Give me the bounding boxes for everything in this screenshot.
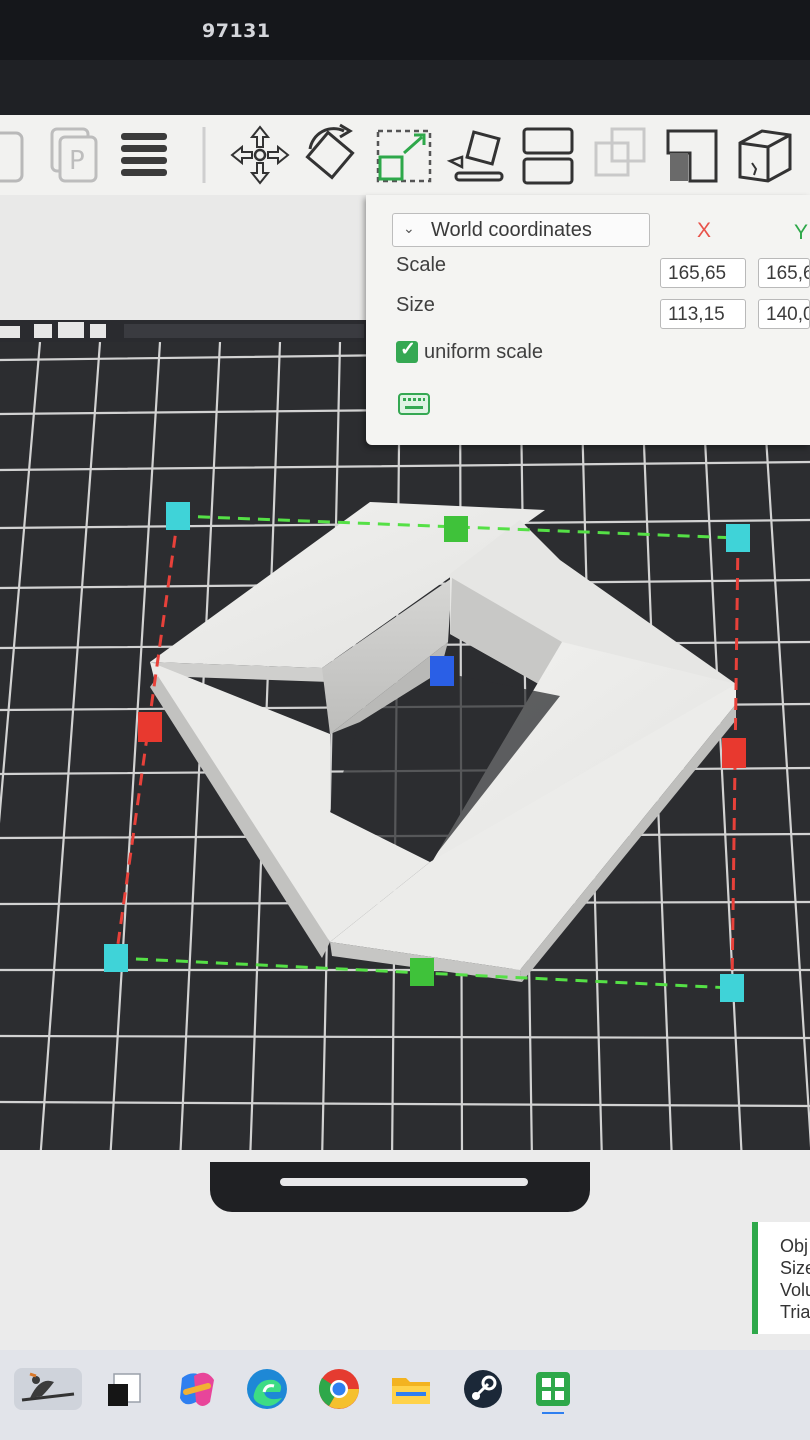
title-bar: 97131 xyxy=(0,0,810,60)
gizmo-corner-handle[interactable] xyxy=(726,524,750,552)
gizmo-corner-handle[interactable] xyxy=(166,502,190,530)
svg-text:P: P xyxy=(69,146,85,176)
scale-label: Scale xyxy=(396,254,447,276)
size-y-input[interactable]: 140,0 xyxy=(758,299,810,329)
gizmo-edge-handle[interactable] xyxy=(722,738,746,768)
keyboard-icon[interactable] xyxy=(398,393,430,415)
slicer-app-icon[interactable] xyxy=(528,1364,578,1414)
taskview-icon[interactable] xyxy=(100,1364,150,1414)
gizmo-edge-handle[interactable] xyxy=(444,516,468,542)
file-explorer-icon[interactable] xyxy=(386,1364,436,1414)
gizmo-corner-handle[interactable] xyxy=(720,974,744,1002)
copilot-icon[interactable] xyxy=(172,1364,222,1414)
bird-wallpaper-icon[interactable] xyxy=(14,1364,82,1414)
place-on-face-icon[interactable] xyxy=(446,123,510,187)
object-info-line: Obj xyxy=(780,1236,809,1256)
steam-icon[interactable] xyxy=(458,1364,508,1414)
merge-icon[interactable] xyxy=(590,123,654,187)
side-panel xyxy=(0,195,368,320)
size-label: Size xyxy=(396,294,435,316)
coordinate-system-dropdown[interactable]: ⌄ World coordinates xyxy=(392,213,650,247)
toolbar: P xyxy=(0,115,810,196)
viewport-header-strip xyxy=(0,320,368,342)
open-icon[interactable] xyxy=(0,123,34,187)
parts-icon[interactable]: P xyxy=(46,123,110,187)
chrome-icon[interactable] xyxy=(314,1364,364,1414)
build-plate-view[interactable] xyxy=(0,342,810,1162)
check-icon: ✓ xyxy=(400,339,416,360)
gizmo-corner-handle[interactable] xyxy=(104,944,128,972)
body-icon[interactable] xyxy=(732,123,796,187)
object-info-line: Size xyxy=(780,1258,810,1278)
scale-panel: ⌄ World coordinates X Y Scale 165,65 165… xyxy=(366,195,810,445)
menu-bar xyxy=(0,60,810,115)
scale-y-input[interactable]: 165,6 xyxy=(758,258,810,288)
split-icon[interactable] xyxy=(516,123,580,187)
drag-handle[interactable] xyxy=(280,1178,528,1186)
scale-icon[interactable] xyxy=(372,123,436,187)
move-icon[interactable] xyxy=(228,123,292,187)
viewport-bottom-notch xyxy=(210,1162,590,1212)
taskbar xyxy=(0,1350,810,1440)
edge-icon[interactable] xyxy=(242,1364,292,1414)
gizmo-edge-handle[interactable] xyxy=(138,712,162,742)
coordinate-system-value: World coordinates xyxy=(431,219,592,241)
toolbar-separator xyxy=(174,123,234,187)
axis-x-label: X xyxy=(697,219,712,242)
object-info-line: Tria xyxy=(780,1302,810,1322)
axis-y-label: Y xyxy=(794,221,809,244)
scale-x-input[interactable]: 165,65 xyxy=(660,258,746,288)
chevron-down-icon: ⌄ xyxy=(403,220,415,236)
object-info-panel: Obj Size Volu Tria xyxy=(752,1222,810,1334)
uniform-scale-checkbox[interactable]: ✓ xyxy=(396,339,418,363)
layers-menu-icon[interactable] xyxy=(113,123,177,187)
uniform-scale-label: uniform scale xyxy=(424,341,543,363)
cut-icon[interactable] xyxy=(660,123,724,187)
object-info-line: Volu xyxy=(780,1280,810,1300)
3d-viewport[interactable] xyxy=(0,342,810,1162)
window-title: 97131 xyxy=(202,20,271,42)
gizmo-center-handle[interactable] xyxy=(430,656,454,686)
gizmo-edge-handle[interactable] xyxy=(410,958,434,986)
rotate-icon[interactable] xyxy=(300,123,364,187)
size-x-input[interactable]: 113,15 xyxy=(660,299,746,329)
